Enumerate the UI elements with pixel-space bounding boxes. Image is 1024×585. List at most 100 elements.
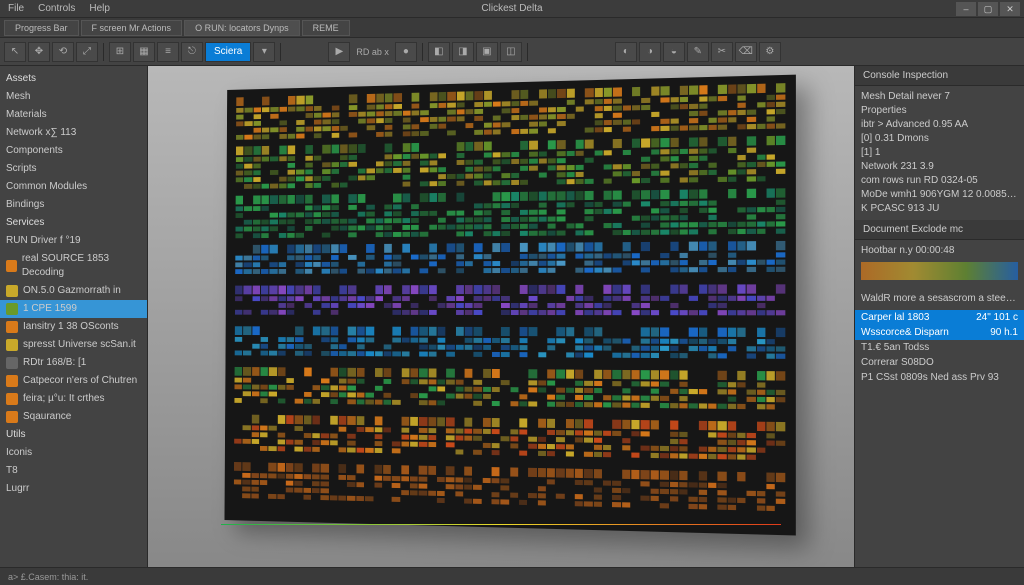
tool-grid-icon[interactable]: ▦ — [133, 42, 155, 62]
sidebar-item-label: Sqaurance — [23, 410, 71, 424]
property-row[interactable]: P1 CSst 0809s Ned ass Prv 93 — [855, 370, 1024, 385]
sidebar-item-label: Services — [6, 216, 44, 230]
axis-line — [221, 524, 781, 525]
sidebar-item-label: Network x∑ 113 — [6, 126, 76, 140]
sidebar-item-label: Materials — [6, 108, 47, 122]
property-row[interactable]: Wsscorce& Disparn90 h.1 — [855, 325, 1024, 340]
sidebar-item[interactable]: Bindings — [0, 196, 147, 214]
tool-drop-icon[interactable]: ▾ — [253, 42, 275, 62]
tool-move-icon[interactable]: ✥ — [28, 42, 50, 62]
document-tabs: Progress Bar F screen Mr Actions O RUN: … — [0, 18, 1024, 38]
tool-v1-icon[interactable]: ◐ — [615, 42, 637, 62]
sidebar-item[interactable]: Components — [0, 142, 147, 160]
tab-run-locators[interactable]: O RUN: locators Dynps — [184, 20, 300, 36]
sidebar-item[interactable]: Iansitry 1 38 OSconts — [0, 318, 147, 336]
panel-document-title: Document Exclode mc — [855, 220, 1024, 240]
sidebar-item[interactable]: spresst Universe scSan.it — [0, 336, 147, 354]
sidebar-item[interactable]: RUN Driver f °19 — [0, 232, 147, 250]
tool-rotate-icon[interactable]: ⟲ — [52, 42, 74, 62]
sidebar-item-label: T8 — [6, 464, 18, 478]
tool-ptr-icon[interactable]: ↖ — [4, 42, 26, 62]
minimize-icon[interactable]: – — [956, 2, 976, 16]
folder-icon — [6, 260, 17, 272]
sidebar-item-label: Mesh — [6, 90, 30, 104]
property-row[interactable]: T1.€ 5an Todss — [855, 340, 1024, 355]
console-line: Properties — [861, 104, 1018, 118]
tool-link-icon[interactable]: ⎋ — [181, 42, 203, 62]
folder-icon — [6, 339, 18, 351]
folder-icon — [6, 375, 18, 387]
sidebar-item-label: Bindings — [6, 198, 44, 212]
tool-layer3-icon[interactable]: ▣ — [476, 42, 498, 62]
tool-v5-icon[interactable]: ✂ — [711, 42, 733, 62]
sidebar-item-label: 1 CPE 1599 — [23, 302, 77, 316]
sidebar-item[interactable]: 1 CPE 1599 — [0, 300, 147, 318]
folder-icon — [6, 321, 18, 333]
sidebar-item[interactable]: Common Modules — [0, 178, 147, 196]
sidebar-item[interactable]: Scripts — [0, 160, 147, 178]
panel-note: WaldR more a sesascrom a steenaune ∞ — [861, 292, 1018, 306]
maximize-icon[interactable]: ▢ — [978, 2, 998, 16]
sidebar-item[interactable]: Services — [0, 214, 147, 232]
sidebar-item[interactable]: feira; µ°u: It crthes — [0, 390, 147, 408]
sidebar-item-label: real SOURCE 1853 Decoding — [22, 252, 141, 280]
tool-align-icon[interactable]: ≡ — [157, 42, 179, 62]
sidebar-item[interactable]: ON.5.0 Gazmorrath in — [0, 282, 147, 300]
statusbar: a> £.Casem: thia: it. — [0, 567, 1024, 585]
console-line: MoDe wmh1 906YGM 12 0.0085 24 — [861, 188, 1018, 202]
panel-console-title: Console Inspection — [855, 66, 1024, 86]
tool-scale-icon[interactable]: ⤢ — [76, 42, 98, 62]
console-line: Mesh Detail never 7 — [861, 90, 1018, 104]
tool-v2-icon[interactable]: ◑ — [639, 42, 661, 62]
tab-reme[interactable]: REME — [302, 20, 350, 36]
sidebar-item[interactable]: Lugrr — [0, 480, 147, 498]
console-line: com rows run RD 0324-05 — [861, 174, 1018, 188]
menu-file[interactable]: File — [8, 3, 24, 14]
sidebar-item-label: Assets — [6, 72, 36, 86]
sidebar-item[interactable]: RDtr 168/B: [1 — [0, 354, 147, 372]
tool-layer1-icon[interactable]: ◧ — [428, 42, 450, 62]
tab-progress[interactable]: Progress Bar — [4, 20, 79, 36]
console-line: [0] 0.31 Dmons — [861, 132, 1018, 146]
sidebar-item[interactable]: Materials — [0, 106, 147, 124]
sidebar-item-label: Components — [6, 144, 63, 158]
sidebar-item[interactable]: Mesh — [0, 88, 147, 106]
sidebar-item[interactable]: Iconis — [0, 444, 147, 462]
close-icon[interactable]: ✕ — [1000, 2, 1020, 16]
sidebar-item[interactable]: Network x∑ 113 — [0, 124, 147, 142]
tool-layer2-icon[interactable]: ◨ — [452, 42, 474, 62]
sidebar-item[interactable]: Sqaurance — [0, 408, 147, 426]
tool-v4-icon[interactable]: ✎ — [687, 42, 709, 62]
tab-actions[interactable]: F screen Mr Actions — [81, 20, 183, 36]
menu-help[interactable]: Help — [89, 3, 110, 14]
tool-record-icon[interactable]: ● — [395, 42, 417, 62]
folder-icon — [6, 411, 18, 423]
menu-controls[interactable]: Controls — [38, 3, 75, 14]
sidebar: Assets Mesh Materials Network x∑ 113 Compone… — [0, 66, 148, 567]
tool-layer4-icon[interactable]: ◫ — [500, 42, 522, 62]
sidebar-item-label: Iansitry 1 38 OSconts — [23, 320, 119, 334]
toolbar-label: RD ab x — [352, 47, 393, 57]
sidebar-item-label: RDtr 168/B: [1 — [23, 356, 86, 370]
tool-v6-icon[interactable]: ⌫ — [735, 42, 757, 62]
folder-icon — [6, 393, 18, 405]
tool-v7-icon[interactable]: ⚙ — [759, 42, 781, 62]
sidebar-item-label: feira; µ°u: It crthes — [23, 392, 104, 406]
sidebar-item[interactable]: T8 — [0, 462, 147, 480]
script-button[interactable]: Sciera — [205, 42, 251, 62]
tool-play-icon[interactable]: ▶ — [328, 42, 350, 62]
folder-icon — [6, 285, 18, 297]
sidebar-item-label: ON.5.0 Gazmorrath in — [23, 284, 121, 298]
sidebar-item[interactable]: Utils — [0, 426, 147, 444]
toolbar: ↖ ✥ ⟲ ⤢ ⊞ ▦ ≡ ⎋ Sciera ▾ ▶ RD ab x ● ◧ ◨… — [0, 38, 1024, 66]
property-row[interactable]: Correrar S08DO — [855, 355, 1024, 370]
sidebar-item[interactable]: real SOURCE 1853 Decoding — [0, 250, 147, 282]
sidebar-item[interactable]: Catpecor n'ers of Chutren — [0, 372, 147, 390]
tool-snap-icon[interactable]: ⊞ — [109, 42, 131, 62]
viewport-3d[interactable] — [148, 66, 854, 567]
sidebar-item[interactable]: Assets — [0, 70, 147, 88]
property-row[interactable]: Carper lal 180324" 101 c — [855, 310, 1024, 325]
sidebar-item-label: Iconis — [6, 446, 32, 460]
spectrum-bar — [861, 262, 1018, 280]
tool-v3-icon[interactable]: ◒ — [663, 42, 685, 62]
